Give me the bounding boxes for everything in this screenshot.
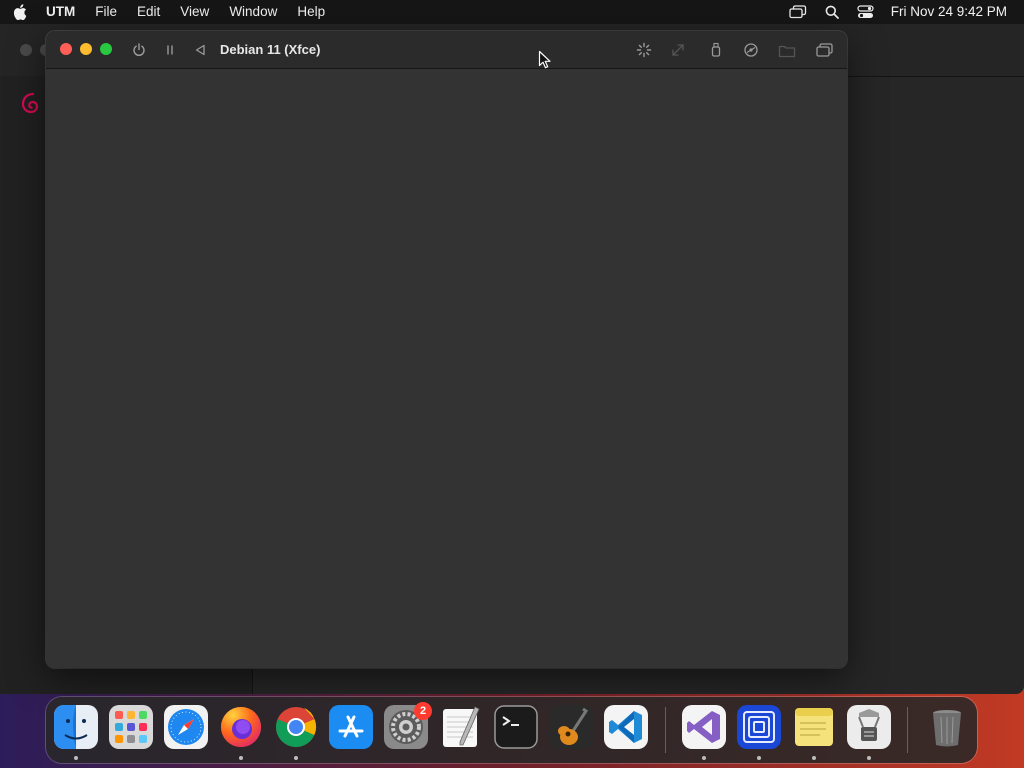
vm-display-area[interactable] xyxy=(46,69,847,668)
display-icon[interactable] xyxy=(633,39,655,61)
library-close-button[interactable] xyxy=(20,44,32,56)
menu-help[interactable]: Help xyxy=(287,0,335,24)
maximize-button[interactable] xyxy=(100,43,112,55)
dock-vscode-icon[interactable] xyxy=(604,705,648,749)
apple-logo-icon[interactable] xyxy=(0,4,40,20)
screen-mirroring-icon[interactable] xyxy=(787,0,809,24)
dock-app-store-icon[interactable] xyxy=(329,705,373,749)
menu-file[interactable]: File xyxy=(85,0,127,24)
dock-separator xyxy=(907,707,908,753)
menu-bar-clock[interactable]: Fri Nov 24 9:42 PM xyxy=(883,0,1024,24)
stickies-running-dot xyxy=(812,756,816,760)
dock-garageband-icon[interactable] xyxy=(549,705,593,749)
windows-icon[interactable] xyxy=(813,39,835,61)
finder-running-dot xyxy=(74,756,78,760)
vm-titlebar: Debian 11 (Xfce) xyxy=(46,31,847,69)
usb-icon[interactable] xyxy=(705,39,727,61)
dock-visual-studio-icon[interactable] xyxy=(682,705,726,749)
dock-finder-icon[interactable] xyxy=(54,705,98,749)
vm-window: Debian 11 (Xfce) xyxy=(46,31,847,668)
app-menu-utm[interactable]: UTM xyxy=(40,0,85,24)
dock-stickies-icon[interactable] xyxy=(792,705,836,749)
dock-textedit-icon[interactable] xyxy=(439,705,483,749)
spotlight-search-icon[interactable] xyxy=(821,0,843,24)
dock-archive-utility-icon[interactable] xyxy=(847,705,891,749)
back-icon[interactable] xyxy=(189,39,211,61)
dock-utm-icon[interactable] xyxy=(737,705,781,749)
visual-studio-running-dot xyxy=(702,756,706,760)
dock-chrome-icon[interactable] xyxy=(274,705,318,749)
dock-launchpad-icon[interactable] xyxy=(109,705,153,749)
dock: 2 xyxy=(46,697,977,763)
system-settings-badge: 2 xyxy=(414,702,432,720)
dock-separator xyxy=(665,707,666,753)
power-icon[interactable] xyxy=(128,39,150,61)
control-center-icon[interactable] xyxy=(855,0,877,24)
menu-bar: UTM File Edit View Window Help Fri Nov 2… xyxy=(0,0,1024,24)
mouse-cursor-icon xyxy=(538,50,552,70)
dock-terminal-icon[interactable] xyxy=(494,705,538,749)
close-button[interactable] xyxy=(60,43,72,55)
minimize-button[interactable] xyxy=(80,43,92,55)
archive-utility-running-dot xyxy=(867,756,871,760)
drives-icon[interactable] xyxy=(740,39,762,61)
firefox-running-dot xyxy=(239,756,243,760)
pause-icon[interactable] xyxy=(159,39,181,61)
menu-bar-status-area: Fri Nov 24 9:42 PM xyxy=(781,0,1024,24)
dock-trash-icon[interactable] xyxy=(925,705,969,749)
menu-window[interactable]: Window xyxy=(219,0,287,24)
shared-folder-icon[interactable] xyxy=(776,39,798,61)
menu-edit[interactable]: Edit xyxy=(127,0,170,24)
dock-firefox-icon[interactable] xyxy=(219,705,263,749)
vm-window-title: Debian 11 (Xfce) xyxy=(220,42,321,57)
debian-logo-icon[interactable] xyxy=(17,90,45,118)
resize-icon[interactable] xyxy=(667,39,689,61)
utm-running-dot xyxy=(757,756,761,760)
dock-safari-icon[interactable] xyxy=(164,705,208,749)
menu-view[interactable]: View xyxy=(170,0,219,24)
chrome-running-dot xyxy=(294,756,298,760)
